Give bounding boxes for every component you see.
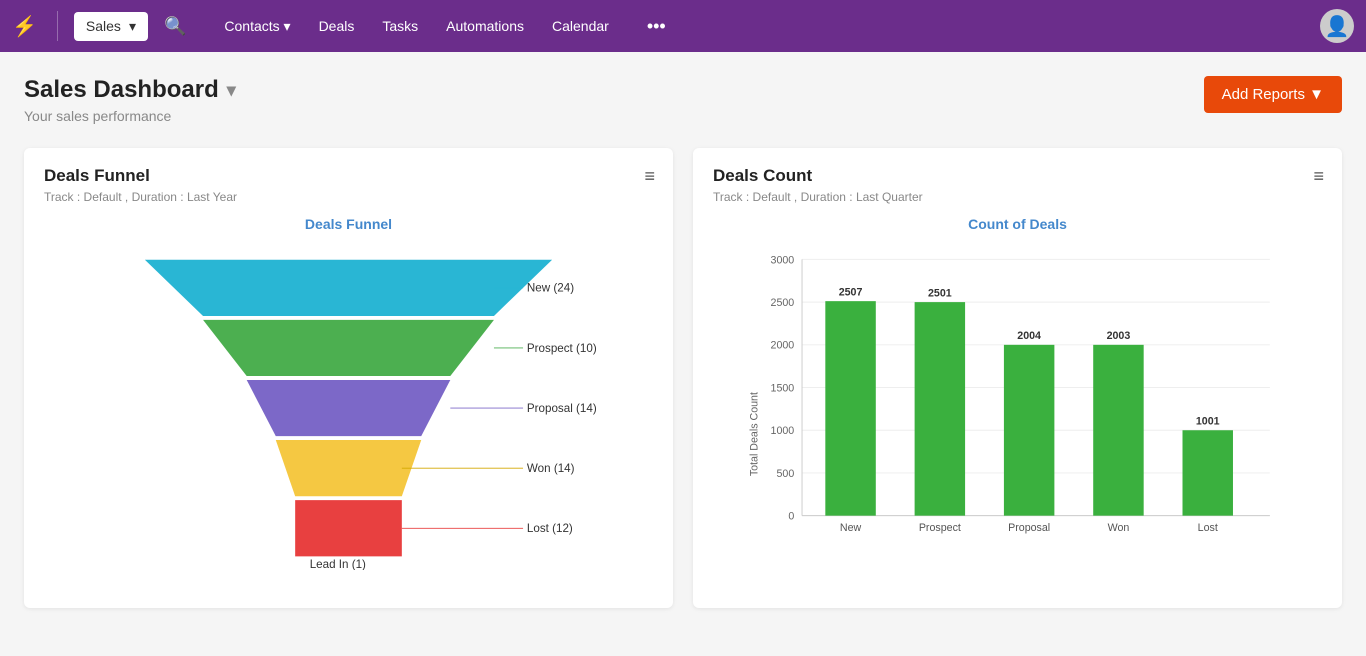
svg-text:1001: 1001 — [1196, 415, 1220, 427]
svg-text:2004: 2004 — [1017, 330, 1041, 342]
automations-nav-link[interactable]: Automations — [432, 12, 538, 40]
svg-text:Lost: Lost — [1198, 522, 1218, 534]
funnel-stage-lost — [295, 500, 402, 556]
chevron-down-icon: ▾ — [129, 18, 136, 35]
svg-text:1000: 1000 — [771, 425, 795, 437]
sales-dropdown-label: Sales — [86, 18, 121, 34]
deals-funnel-card: Deals Funnel Track : Default , Duration … — [24, 148, 673, 608]
svg-text:1500: 1500 — [771, 382, 795, 394]
svg-text:Proposal: Proposal — [1008, 522, 1050, 534]
deals-count-card: Deals Count Track : Default , Duration :… — [693, 148, 1342, 608]
page-title: Sales Dashboard ▾ — [24, 76, 236, 104]
svg-text:2507: 2507 — [839, 286, 863, 298]
svg-text:500: 500 — [776, 468, 794, 480]
svg-text:Prospect: Prospect — [919, 522, 961, 534]
avatar[interactable]: 👤 — [1320, 9, 1354, 43]
search-icon[interactable]: 🔍 — [164, 16, 186, 37]
bar-chart-svg: 3000 2500 2000 1500 1000 500 0 Total Dea… — [713, 240, 1322, 570]
add-reports-button[interactable]: Add Reports ▼ — [1204, 76, 1342, 113]
avatar-icon: 👤 — [1325, 14, 1350, 39]
funnel-stage-prospect — [203, 320, 494, 376]
funnel-card-title: Deals Funnel — [44, 166, 653, 186]
deals-count-card-subtitle: Track : Default , Duration : Last Quarte… — [713, 190, 1322, 204]
svg-text:3000: 3000 — [771, 254, 795, 266]
bar-lost — [1183, 430, 1233, 515]
funnel-chart-title: Deals Funnel — [44, 216, 653, 232]
page-title-text: Sales Dashboard — [24, 76, 219, 104]
add-reports-label: Add Reports ▼ — [1222, 86, 1324, 103]
funnel-proposal-label: Proposal (14) — [527, 402, 597, 415]
funnel-stage-new — [145, 260, 552, 316]
funnel-leadin-label: Lead In (1) — [310, 558, 366, 570]
nav-links: Contacts ▾ Deals Tasks Automations Calen… — [210, 12, 622, 41]
dashboard-grid: Deals Funnel Track : Default , Duration … — [24, 148, 1342, 608]
page-header: Sales Dashboard ▾ Your sales performance… — [24, 76, 1342, 124]
svg-text:2000: 2000 — [771, 340, 795, 352]
navbar: ⚡ Sales ▾ 🔍 Contacts ▾ Deals Tasks Autom… — [0, 0, 1366, 52]
funnel-card-menu-icon[interactable]: ≡ — [644, 166, 655, 187]
deals-nav-link[interactable]: Deals — [305, 12, 369, 40]
deals-count-card-menu-icon[interactable]: ≡ — [1313, 166, 1324, 187]
deals-count-card-title: Deals Count — [713, 166, 1322, 186]
funnel-card-subtitle: Track : Default , Duration : Last Year — [44, 190, 653, 204]
nav-divider — [57, 11, 58, 41]
svg-text:Total Deals Count: Total Deals Count — [748, 392, 760, 476]
page-title-group: Sales Dashboard ▾ Your sales performance — [24, 76, 236, 124]
tasks-nav-link[interactable]: Tasks — [368, 12, 432, 40]
nav-logo-icon: ⚡ — [12, 14, 37, 39]
funnel-chart: New (24) Prospect (10) Proposal (14) Won… — [44, 240, 653, 570]
funnel-prospect-label: Prospect (10) — [527, 342, 597, 355]
funnel-won-label: Won (14) — [527, 462, 575, 475]
main-content: Sales Dashboard ▾ Your sales performance… — [0, 52, 1366, 608]
svg-text:2501: 2501 — [928, 287, 952, 299]
bar-prospect — [915, 302, 965, 516]
svg-text:Won: Won — [1108, 522, 1130, 534]
bar-won — [1093, 345, 1143, 516]
funnel-new-label: New (24) — [527, 282, 574, 295]
page-subtitle: Your sales performance — [24, 108, 236, 124]
funnel-svg: New (24) Prospect (10) Proposal (14) Won… — [44, 250, 653, 570]
svg-text:2500: 2500 — [771, 297, 795, 309]
bar-new — [825, 301, 875, 516]
more-options-icon[interactable]: ••• — [647, 16, 666, 37]
svg-text:2003: 2003 — [1107, 330, 1131, 342]
calendar-nav-link[interactable]: Calendar — [538, 12, 623, 40]
bar-proposal — [1004, 345, 1054, 516]
deals-count-chart-title: Count of Deals — [713, 216, 1322, 232]
title-chevron-icon[interactable]: ▾ — [227, 80, 236, 101]
svg-text:0: 0 — [788, 511, 794, 523]
funnel-stage-won — [276, 440, 421, 496]
funnel-stage-proposal — [247, 380, 451, 436]
funnel-lost-label: Lost (12) — [527, 522, 573, 535]
sales-dropdown[interactable]: Sales ▾ — [74, 12, 148, 41]
contacts-nav-link[interactable]: Contacts ▾ — [210, 12, 304, 41]
svg-text:New: New — [840, 522, 862, 534]
